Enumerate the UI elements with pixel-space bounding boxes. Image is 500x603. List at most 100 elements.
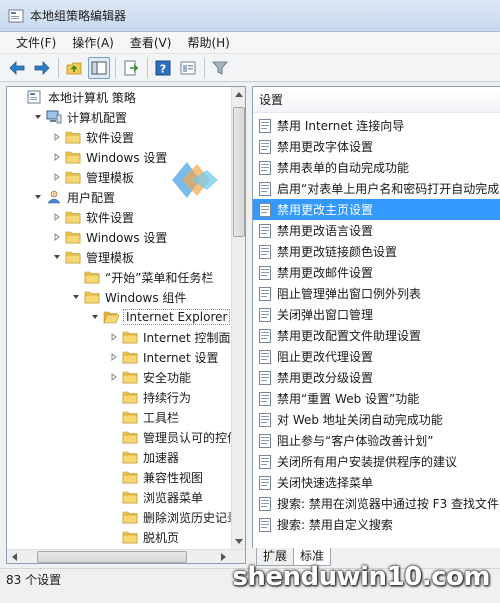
policy-setting-row[interactable]: 阻止管理弹出窗口例外列表 [253, 283, 500, 304]
tree-node[interactable]: 删除浏览历史记录 [7, 507, 231, 527]
filter-icon [212, 61, 228, 75]
tree-node-label: 计算机配置 [67, 110, 128, 125]
tree-node[interactable]: Windows 组件 [7, 287, 231, 307]
tree-node[interactable]: 计算机配置 [7, 107, 231, 127]
policy-setting-label: 阻止管理弹出窗口例外列表 [277, 287, 422, 301]
help-button[interactable]: ? [152, 57, 174, 79]
policy-setting-icon [259, 349, 271, 364]
tree-node[interactable]: 管理模板 [7, 247, 231, 267]
folder-icon [65, 130, 81, 144]
policy-setting-icon [259, 412, 271, 427]
expand-arrow-icon[interactable] [51, 231, 63, 243]
policy-setting-row[interactable]: 关闭弹出窗口管理 [253, 304, 500, 325]
policy-setting-row[interactable]: 禁用表单的自动完成功能 [253, 157, 500, 178]
up-button[interactable] [63, 57, 85, 79]
folder-icon [84, 290, 100, 304]
expand-arrow-icon[interactable] [108, 371, 120, 383]
expand-arrow-icon[interactable] [51, 211, 63, 223]
expand-arrow-icon[interactable] [108, 331, 120, 343]
policy-setting-row[interactable]: 禁用更改语言设置 [253, 220, 500, 241]
folder-icon [122, 410, 138, 424]
tree-node[interactable]: 管理员认可的控件 [7, 427, 231, 447]
collapse-arrow-icon[interactable] [51, 251, 63, 263]
policy-setting-label: 阻止更改代理设置 [277, 350, 374, 364]
filter-button[interactable] [209, 57, 231, 79]
scroll-right-arrow-icon[interactable] [217, 550, 231, 563]
tree-node[interactable]: 持续行为 [7, 387, 231, 407]
policy-setting-label: 禁用更改分级设置 [277, 371, 374, 385]
menu-help[interactable]: 帮助(H) [179, 33, 237, 53]
tree-node-label: 管理模板 [86, 250, 135, 265]
policy-setting-row[interactable]: 关闭快速选择菜单 [253, 472, 500, 493]
properties-button[interactable] [177, 57, 199, 79]
policy-setting-row[interactable]: 搜索: 禁用自定义搜索 [253, 514, 500, 535]
folder-icon [65, 250, 81, 264]
collapse-arrow-icon[interactable] [32, 111, 44, 123]
toolbar-separator [115, 57, 116, 78]
policy-setting-row[interactable]: 禁用更改邮件设置 [253, 262, 500, 283]
tree-node[interactable]: 安全功能 [7, 367, 231, 387]
collapse-arrow-icon[interactable] [70, 291, 82, 303]
expand-arrow-icon[interactable] [51, 131, 63, 143]
policy-setting-row[interactable]: 禁用更改分级设置 [253, 367, 500, 388]
policy-setting-row[interactable]: 阻止更改代理设置 [253, 346, 500, 367]
forward-button[interactable] [31, 57, 53, 79]
policy-setting-row[interactable]: 关闭所有用户安装提供程序的建议 [253, 451, 500, 472]
policy-setting-row[interactable]: 禁用更改链接颜色设置 [253, 241, 500, 262]
scroll-up-arrow-icon[interactable] [232, 87, 245, 101]
policy-setting-icon [259, 370, 271, 385]
policy-setting-row[interactable]: 禁用更改配置文件助理设置 [253, 325, 500, 346]
tree-node[interactable]: Internet Explorer [7, 307, 231, 327]
policy-setting-row[interactable]: 对 Web 地址关闭自动完成功能 [253, 409, 500, 430]
policy-setting-label: 启用“对表单上用户名和密码打开自动完成 [277, 182, 500, 196]
policy-setting-icon [259, 181, 271, 196]
policy-setting-row[interactable]: 禁用 Internet 连接向导 [253, 115, 500, 136]
tree-node[interactable]: Windows 设置 [7, 227, 231, 247]
menu-action[interactable]: 操作(A) [64, 33, 122, 53]
tree-node[interactable]: “开始”菜单和任务栏 [7, 267, 231, 287]
policy-setting-row[interactable]: 禁用更改字体设置 [253, 136, 500, 157]
tree-node-label: 本地计算机 策略 [48, 90, 136, 105]
policy-setting-icon [259, 265, 271, 280]
policy-setting-row[interactable]: 禁用更改主页设置 [253, 199, 500, 220]
tree-node[interactable]: 加速器 [7, 447, 231, 467]
policy-setting-icon [259, 139, 271, 154]
tree-node[interactable]: Internet 控制面板 [7, 327, 231, 347]
tree-node[interactable]: 工具栏 [7, 407, 231, 427]
tree-node[interactable]: 软件设置 [7, 127, 231, 147]
policy-setting-row[interactable]: 阻止参与“客户体验改善计划” [253, 430, 500, 451]
tree-node[interactable]: 浏览器菜单 [7, 487, 231, 507]
policy-setting-row[interactable]: 禁用“重置 Web 设置”功能 [253, 388, 500, 409]
export-button[interactable] [120, 57, 142, 79]
menu-file[interactable]: 文件(F) [8, 33, 64, 53]
tree-node[interactable]: 本地计算机 策略 [7, 87, 231, 107]
expand-arrow-icon[interactable] [51, 171, 63, 183]
settings-column-header[interactable]: 设置 [253, 87, 500, 113]
tree-hscroll-thumb[interactable] [37, 551, 187, 563]
tree-node-label: 软件设置 [86, 210, 135, 225]
menu-view[interactable]: 查看(V) [122, 33, 180, 53]
show-hide-tree-button[interactable] [88, 56, 110, 79]
tree-node-label: 管理模板 [86, 170, 135, 185]
policy-setting-label: 关闭快速选择菜单 [277, 476, 374, 490]
scroll-down-arrow-icon[interactable] [232, 535, 245, 549]
tree-node-label: 兼容性视图 [143, 470, 204, 485]
scroll-left-arrow-icon[interactable] [7, 550, 21, 563]
expand-arrow-icon[interactable] [108, 351, 120, 363]
tree-node[interactable]: 脱机页 [7, 527, 231, 547]
tree-node[interactable]: 兼容性视图 [7, 467, 231, 487]
toolbar-separator [58, 57, 59, 78]
expand-arrow-icon[interactable] [51, 151, 63, 163]
folder-icon [65, 210, 81, 224]
policy-setting-icon [259, 307, 271, 322]
policy-setting-row[interactable]: 启用“对表单上用户名和密码打开自动完成 [253, 178, 500, 199]
back-button[interactable] [6, 57, 28, 79]
collapse-arrow-icon[interactable] [32, 191, 44, 203]
tree-horizontal-scrollbar[interactable] [7, 549, 245, 563]
tree-node[interactable]: Internet 设置 [7, 347, 231, 367]
policy-setting-row[interactable]: 搜索: 禁用在浏览器中通过按 F3 查找文件 [253, 493, 500, 514]
tree-node-label: 安全功能 [143, 370, 192, 385]
collapse-arrow-icon[interactable] [89, 311, 101, 323]
status-count: 83 个设置 [6, 573, 62, 587]
